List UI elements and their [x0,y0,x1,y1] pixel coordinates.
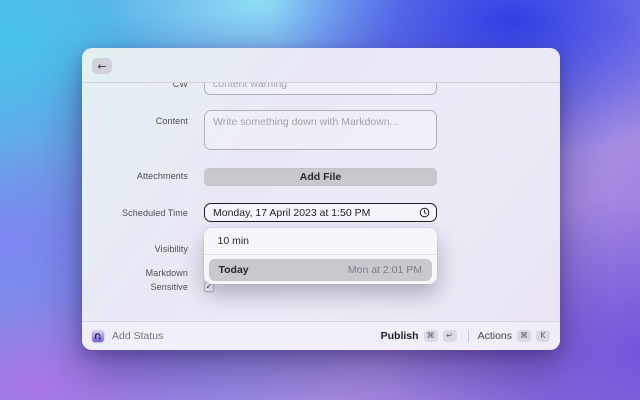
command-key-icon: ⌘ [517,330,531,342]
scheduled-time-field[interactable]: Monday, 17 April 2023 at 1:50 PM [204,203,437,222]
attachments-label: Attechments [136,171,188,181]
command-key-icon: ⌘ [423,330,438,342]
mastodon-icon[interactable] [92,330,104,342]
return-key-icon: ↵ [442,330,457,342]
cw-label: CW [172,83,188,89]
actions-group: Actions ⌘ K [478,330,550,342]
suggestion-item-today[interactable]: Today Mon at 2:01 PM [208,258,432,281]
publish-button[interactable]: Publish [381,330,419,342]
k-key-icon: K [536,330,550,342]
add-status-button[interactable]: Add Status [112,330,163,342]
scheduled-time-value: Monday, 17 April 2023 at 1:50 PM [213,206,371,219]
cw-row: CW [82,83,560,95]
footer-divider [467,330,469,342]
content-label: Content [155,116,188,126]
clock-icon[interactable] [419,207,430,218]
schedule-suggestion-popup: 10 min Today Mon at 2:01 PM [203,227,438,284]
titlebar: ← [82,48,560,83]
markdown-label: Markdown [145,268,188,278]
suggestion-detail: Mon at 2:01 PM [347,263,422,276]
attachments-row: Attechments Add File [82,167,560,186]
footer-bar: Add Status Publish ⌘ ↵ Actions ⌘ K [82,321,560,350]
scheduled-time-label: Scheduled Time [122,207,188,218]
schedule-query-field[interactable]: 10 min [204,228,438,254]
publish-group: Publish ⌘ ↵ [381,330,457,342]
cw-input[interactable] [204,83,437,95]
back-arrow-icon: ← [97,59,107,73]
compose-form: CW Content Attechments Add File Schedule… [82,83,560,321]
content-textarea[interactable] [204,110,437,150]
back-button[interactable]: ← [92,58,112,74]
add-file-button[interactable]: Add File [204,167,437,186]
visibility-label: Visibility [154,244,188,254]
compose-window: ← CW Content Attechments Add File Schedu… [82,48,560,350]
sensitive-label: Sensitive [150,282,188,292]
popup-divider [203,253,437,255]
actions-button[interactable]: Actions [478,330,512,342]
content-row: Content [82,110,560,150]
suggestion-title: Today [218,263,249,276]
scheduled-time-row: Scheduled Time Monday, 17 April 2023 at … [82,203,560,222]
